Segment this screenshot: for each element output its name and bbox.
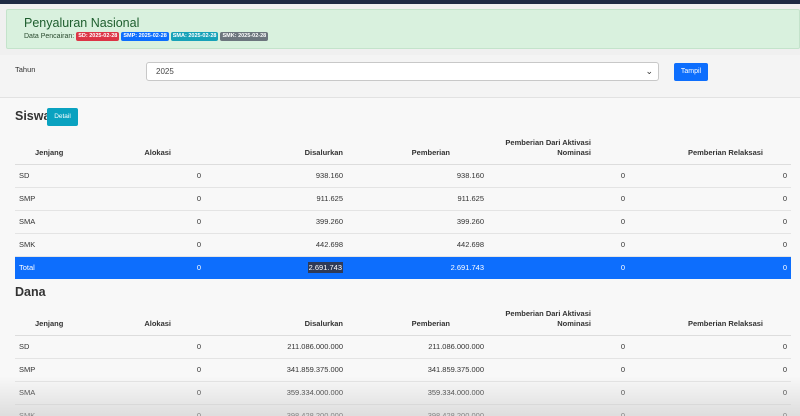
badge-sma: SMA: 2025-02-28	[170, 32, 219, 41]
col-jenjang: Jenjang	[15, 135, 125, 165]
chevron-down-icon: ⌄	[645, 66, 653, 76]
col-disalurkan: Disalurkan	[205, 135, 347, 165]
cell-disalurkan: 2.691.743	[205, 256, 347, 279]
cell-pemberian: 398.428.200.000	[347, 404, 488, 416]
cell-alokasi: 0	[125, 358, 205, 382]
cell-aktivasi: 0	[488, 404, 629, 416]
col-alokasi: Alokasi	[125, 306, 205, 336]
cell-jenjang: SD	[15, 164, 125, 188]
tahun-select[interactable]: 2025 ⌄	[146, 62, 659, 81]
cell-jenjang: Total	[15, 256, 125, 279]
tahun-label: Tahun	[15, 65, 36, 74]
cell-aktivasi: 0	[488, 233, 629, 257]
cell-pemberian: 938.160	[347, 164, 488, 188]
cell-disalurkan: 398.428.200.000	[205, 404, 347, 416]
cell-alokasi: 0	[125, 404, 205, 416]
col-pemberian-aktivasi: Pemberian Dari Aktivasi Nominasi	[488, 135, 629, 165]
col-pemberian: Pemberian	[347, 135, 488, 165]
table-row: SMP 0 911.625 911.625 0 0	[15, 187, 791, 211]
cell-pemberian: 442.698	[347, 233, 488, 257]
cell-relaksasi: 0	[629, 335, 791, 359]
cell-pemberian: 2.691.743	[347, 256, 488, 279]
siswa-header-row: Jenjang Alokasi Disalurkan Pemberian Pem…	[15, 135, 791, 165]
cell-aktivasi: 0	[488, 256, 629, 279]
tampil-button[interactable]: Tampil	[674, 63, 708, 81]
col-disalurkan: Disalurkan	[205, 306, 347, 336]
cell-alokasi: 0	[125, 381, 205, 405]
cell-aktivasi: 0	[488, 187, 629, 211]
cell-jenjang: SMA	[15, 210, 125, 234]
cell-pemberian: 211.086.000.000	[347, 335, 488, 359]
cell-disalurkan: 911.625	[205, 187, 347, 211]
cell-alokasi: 0	[125, 256, 205, 279]
cell-disalurkan: 442.698	[205, 233, 347, 257]
table-row: SD 0 211.086.000.000 211.086.000.000 0 0	[15, 335, 791, 359]
badge-smk: SMK: 2025-02-28	[220, 32, 269, 41]
cell-aktivasi: 0	[488, 381, 629, 405]
cell-aktivasi: 0	[488, 358, 629, 382]
table-row: SMA 0 359.334.000.000 359.334.000.000 0 …	[15, 381, 791, 405]
detail-button[interactable]: Detail	[47, 108, 78, 126]
cell-alokasi: 0	[125, 233, 205, 257]
col-pemberian-relaksasi: Pemberian Relaksasi	[629, 135, 791, 165]
table-row: SMK 0 442.698 442.698 0 0	[15, 233, 791, 257]
cell-disalurkan: 938.160	[205, 164, 347, 188]
top-bar	[0, 0, 800, 4]
col-pemberian: Pemberian	[347, 306, 488, 336]
cell-jenjang: SMP	[15, 358, 125, 382]
header-banner: Penyaluran Nasional Data Pencairan: SD: …	[6, 9, 800, 49]
cell-relaksasi: 0	[629, 404, 791, 416]
dana-header-row: Jenjang Alokasi Disalurkan Pemberian Pem…	[15, 306, 791, 336]
cell-relaksasi: 0	[629, 210, 791, 234]
total-row: Total 0 2.691.743 2.691.743 0 0	[15, 256, 791, 279]
cell-alokasi: 0	[125, 335, 205, 359]
cell-pemberian: 341.859.375.000	[347, 358, 488, 382]
col-jenjang: Jenjang	[15, 306, 125, 336]
selected-text: 2.691.743	[307, 262, 343, 274]
cell-aktivasi: 0	[488, 164, 629, 188]
tahun-selected-value: 2025	[156, 67, 174, 76]
data-pencairan-label: Data Pencairan:	[24, 33, 75, 40]
cell-disalurkan: 341.859.375.000	[205, 358, 347, 382]
cell-disalurkan: 359.334.000.000	[205, 381, 347, 405]
cell-relaksasi: 0	[629, 187, 791, 211]
dana-table: Jenjang Alokasi Disalurkan Pemberian Pem…	[15, 306, 791, 416]
cell-relaksasi: 0	[629, 381, 791, 405]
data-pencairan-row: Data Pencairan: SD: 2025-02-28 SMP: 2025…	[24, 32, 269, 41]
dana-section-title: Dana	[15, 285, 46, 299]
col-pemberian-aktivasi: Pemberian Dari Aktivasi Nominasi	[488, 306, 629, 336]
cell-pemberian: 911.625	[347, 187, 488, 211]
cell-relaksasi: 0	[629, 358, 791, 382]
col-alokasi: Alokasi	[125, 135, 205, 165]
table-row: SMA 0 399.260 399.260 0 0	[15, 210, 791, 234]
cell-alokasi: 0	[125, 210, 205, 234]
cell-relaksasi: 0	[629, 256, 791, 279]
cell-jenjang: SMK	[15, 404, 125, 416]
cell-aktivasi: 0	[488, 210, 629, 234]
badge-sd: SD: 2025-02-28	[76, 32, 120, 41]
cell-aktivasi: 0	[488, 335, 629, 359]
page-title: Penyaluran Nasional	[24, 16, 140, 30]
cell-pemberian: 359.334.000.000	[347, 381, 488, 405]
main-content: Siswa Detail Jenjang Alokasi Disalurkan …	[0, 97, 800, 416]
badge-smp: SMP: 2025-02-28	[121, 32, 169, 41]
table-row: SMP 0 341.859.375.000 341.859.375.000 0 …	[15, 358, 791, 382]
table-row: SD 0 938.160 938.160 0 0	[15, 164, 791, 188]
filter-bar: Tahun 2025 ⌄ Tampil	[0, 55, 800, 97]
table-row: SMK 0 398.428.200.000 398.428.200.000 0 …	[15, 404, 791, 416]
siswa-section-title: Siswa	[15, 109, 51, 123]
cell-relaksasi: 0	[629, 164, 791, 188]
siswa-table: Jenjang Alokasi Disalurkan Pemberian Pem…	[15, 135, 791, 279]
cell-jenjang: SMP	[15, 187, 125, 211]
cell-relaksasi: 0	[629, 233, 791, 257]
cell-pemberian: 399.260	[347, 210, 488, 234]
cell-alokasi: 0	[125, 187, 205, 211]
cell-jenjang: SMA	[15, 381, 125, 405]
col-pemberian-relaksasi: Pemberian Relaksasi	[629, 306, 791, 336]
cell-jenjang: SMK	[15, 233, 125, 257]
cell-disalurkan: 399.260	[205, 210, 347, 234]
cell-jenjang: SD	[15, 335, 125, 359]
cell-disalurkan: 211.086.000.000	[205, 335, 347, 359]
cell-alokasi: 0	[125, 164, 205, 188]
